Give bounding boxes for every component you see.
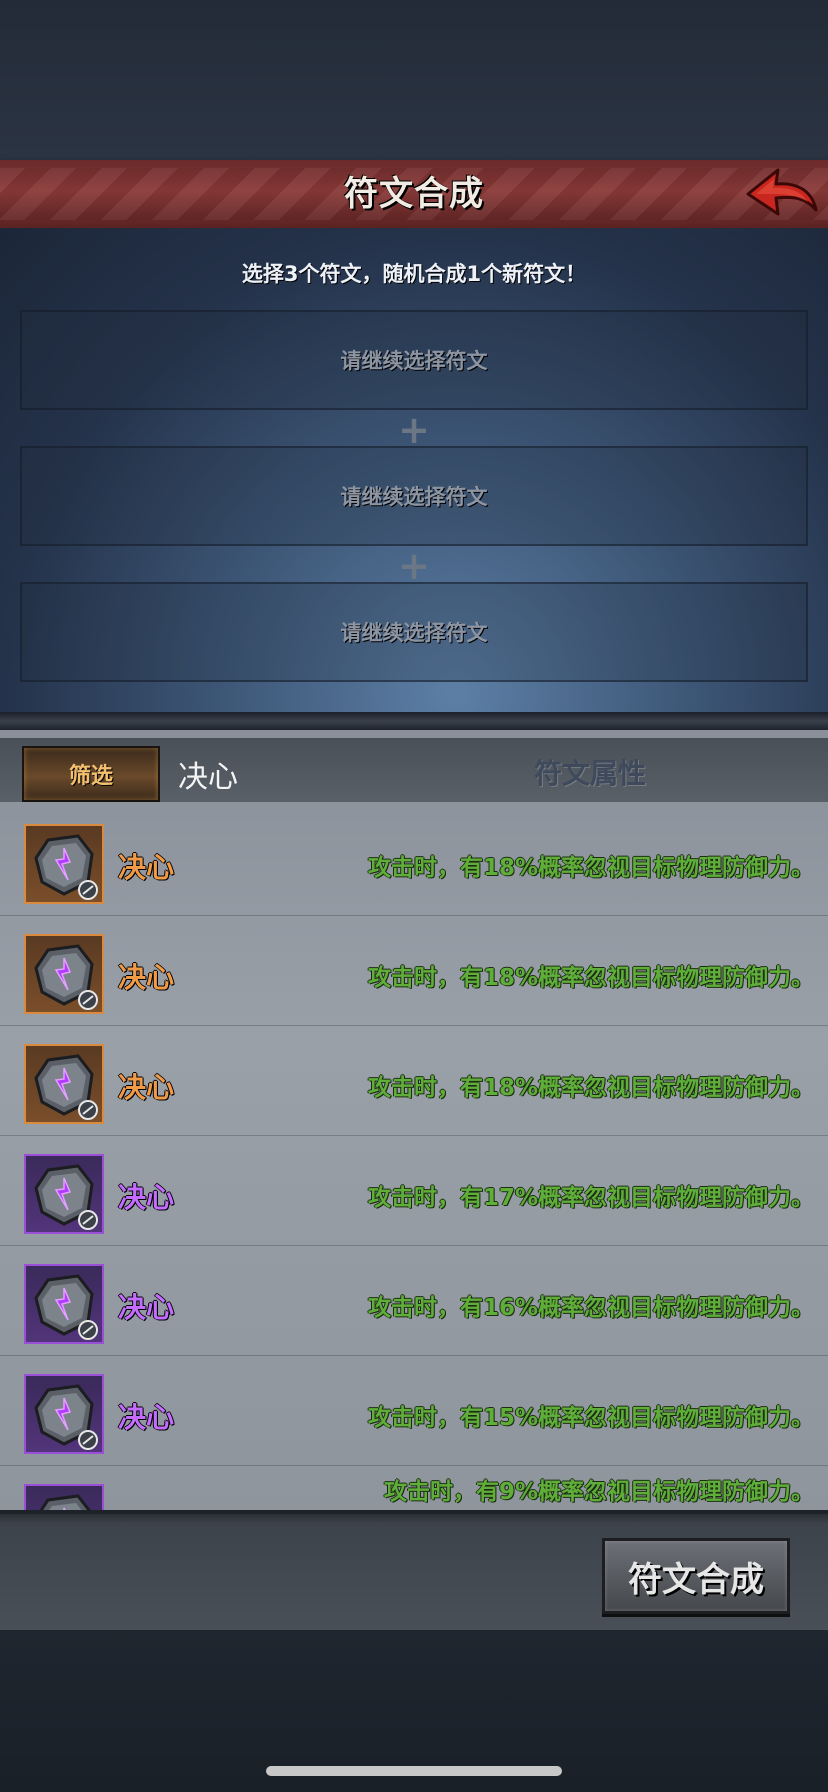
rune-description: 攻击时，有17%概率忽视目标物理防御力。 bbox=[367, 1185, 814, 1211]
rune-stone-icon bbox=[34, 834, 98, 900]
rune-slot-2[interactable]: 请继续选择符文 bbox=[20, 446, 808, 546]
panel-divider bbox=[0, 712, 828, 730]
rune-row[interactable]: 决心攻击时，有9%概率忽视目标物理防御力。 bbox=[0, 1466, 828, 1510]
home-indicator[interactable] bbox=[266, 1766, 562, 1776]
rune-description: 攻击时，有18%概率忽视目标物理防御力。 bbox=[367, 965, 814, 991]
rune-row[interactable]: 决心 攻击时，有17%概率忽视目标物理防御力。 bbox=[0, 1136, 828, 1246]
rune-stone-icon bbox=[34, 1274, 98, 1340]
rune-icon[interactable] bbox=[24, 1044, 104, 1124]
rune-name: 决心 bbox=[118, 1401, 175, 1434]
back-arrow-icon bbox=[746, 168, 818, 216]
rune-stone-icon bbox=[34, 1384, 98, 1450]
rune-slot-3[interactable]: 请继续选择符文 bbox=[20, 582, 808, 682]
rune-row[interactable]: 决心 攻击时，有18%概率忽视目标物理防御力。 bbox=[0, 916, 828, 1026]
rune-row[interactable]: 决心 攻击时，有18%概率忽视目标物理防御力。 bbox=[0, 806, 828, 916]
rune-icon[interactable] bbox=[24, 824, 104, 904]
rune-description: 攻击时，有16%概率忽视目标物理防御力。 bbox=[367, 1295, 814, 1321]
title-bar: 符文合成 bbox=[0, 160, 828, 231]
rune-description: 攻击时，有18%概率忽视目标物理防御力。 bbox=[367, 1075, 814, 1101]
plus-icon: + bbox=[398, 544, 430, 588]
rune-icon[interactable] bbox=[24, 1484, 104, 1510]
rune-icon[interactable] bbox=[24, 1374, 104, 1454]
rune-row[interactable]: 决心 攻击时，有16%概率忽视目标物理防御力。 bbox=[0, 1246, 828, 1356]
rune-row[interactable]: 决心 攻击时，有18%概率忽视目标物理防御力。 bbox=[0, 1026, 828, 1136]
rune-slot-1[interactable]: 请继续选择符文 bbox=[20, 310, 808, 410]
rune-name: 决心 bbox=[118, 1181, 175, 1214]
rune-attribute-header: 符文属性 bbox=[533, 757, 646, 790]
back-button[interactable] bbox=[742, 164, 820, 224]
rune-name: 决心 bbox=[118, 851, 175, 884]
rune-description: 攻击时，有9%概率忽视目标物理防御力。 bbox=[383, 1479, 814, 1505]
rune-stone-icon bbox=[34, 1054, 98, 1120]
rune-name: 决心 bbox=[118, 1071, 175, 1104]
synthesis-instruction: 选择3个符文，随机合成1个新符文！ bbox=[241, 262, 587, 286]
slot-label: 请继续选择符文 bbox=[340, 485, 488, 509]
page-title: 符文合成 bbox=[344, 174, 484, 214]
filter-current-value: 决心 bbox=[178, 760, 238, 795]
rune-description: 攻击时，有15%概率忽视目标物理防御力。 bbox=[367, 1405, 814, 1431]
rune-row[interactable]: 决心 攻击时，有15%概率忽视目标物理防御力。 bbox=[0, 1356, 828, 1466]
slot-label: 请继续选择符文 bbox=[340, 621, 488, 645]
rune-stone-icon bbox=[39, 1494, 91, 1510]
top-background bbox=[0, 0, 828, 160]
rune-name: 决心 bbox=[118, 961, 175, 994]
plus-icon: + bbox=[398, 408, 430, 452]
rune-stone-icon bbox=[34, 1164, 98, 1230]
rune-icon[interactable] bbox=[24, 1264, 104, 1344]
rune-icon[interactable] bbox=[24, 934, 104, 1014]
synthesize-button[interactable]: 符文合成 bbox=[602, 1538, 790, 1614]
rune-list: 决心 攻击时，有18%概率忽视目标物理防御力。 决心 攻击时，有18%概率忽视目标物理… bbox=[0, 806, 828, 1510]
rune-icon[interactable] bbox=[24, 1154, 104, 1234]
rune-stone-icon bbox=[34, 944, 98, 1010]
rune-description: 攻击时，有18%概率忽视目标物理防御力。 bbox=[367, 855, 814, 881]
filter-button[interactable]: 筛选 bbox=[22, 746, 160, 802]
rune-name: 决心 bbox=[118, 1291, 175, 1324]
slot-label: 请继续选择符文 bbox=[340, 349, 488, 373]
